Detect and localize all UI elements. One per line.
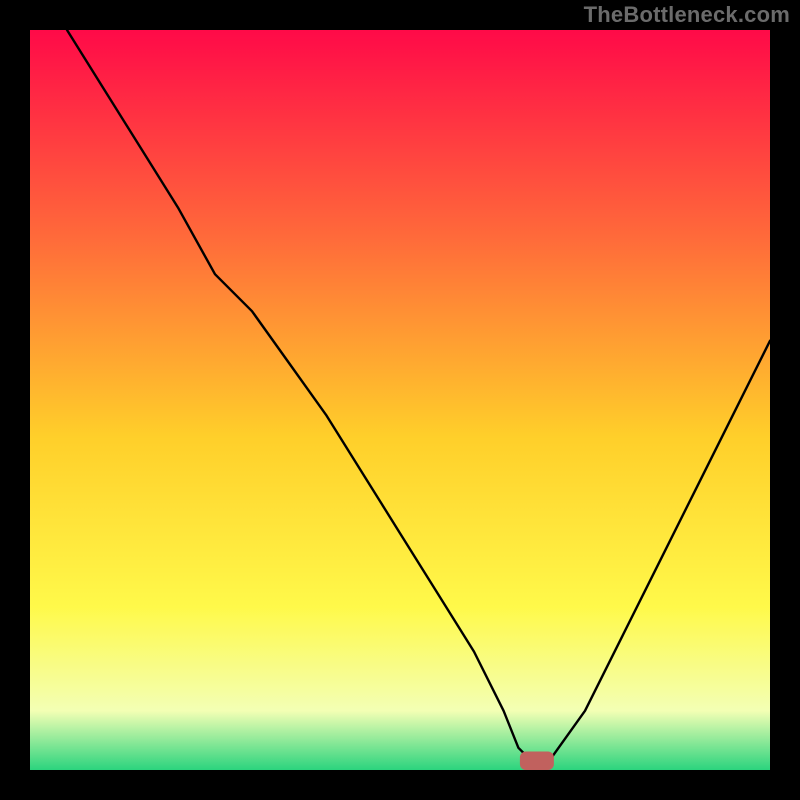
plot-area — [30, 30, 770, 770]
gradient-background — [30, 30, 770, 770]
chart-svg — [30, 30, 770, 770]
optimum-marker — [520, 752, 554, 771]
chart-frame: TheBottleneck.com — [0, 0, 800, 800]
watermark-text: TheBottleneck.com — [584, 2, 790, 28]
